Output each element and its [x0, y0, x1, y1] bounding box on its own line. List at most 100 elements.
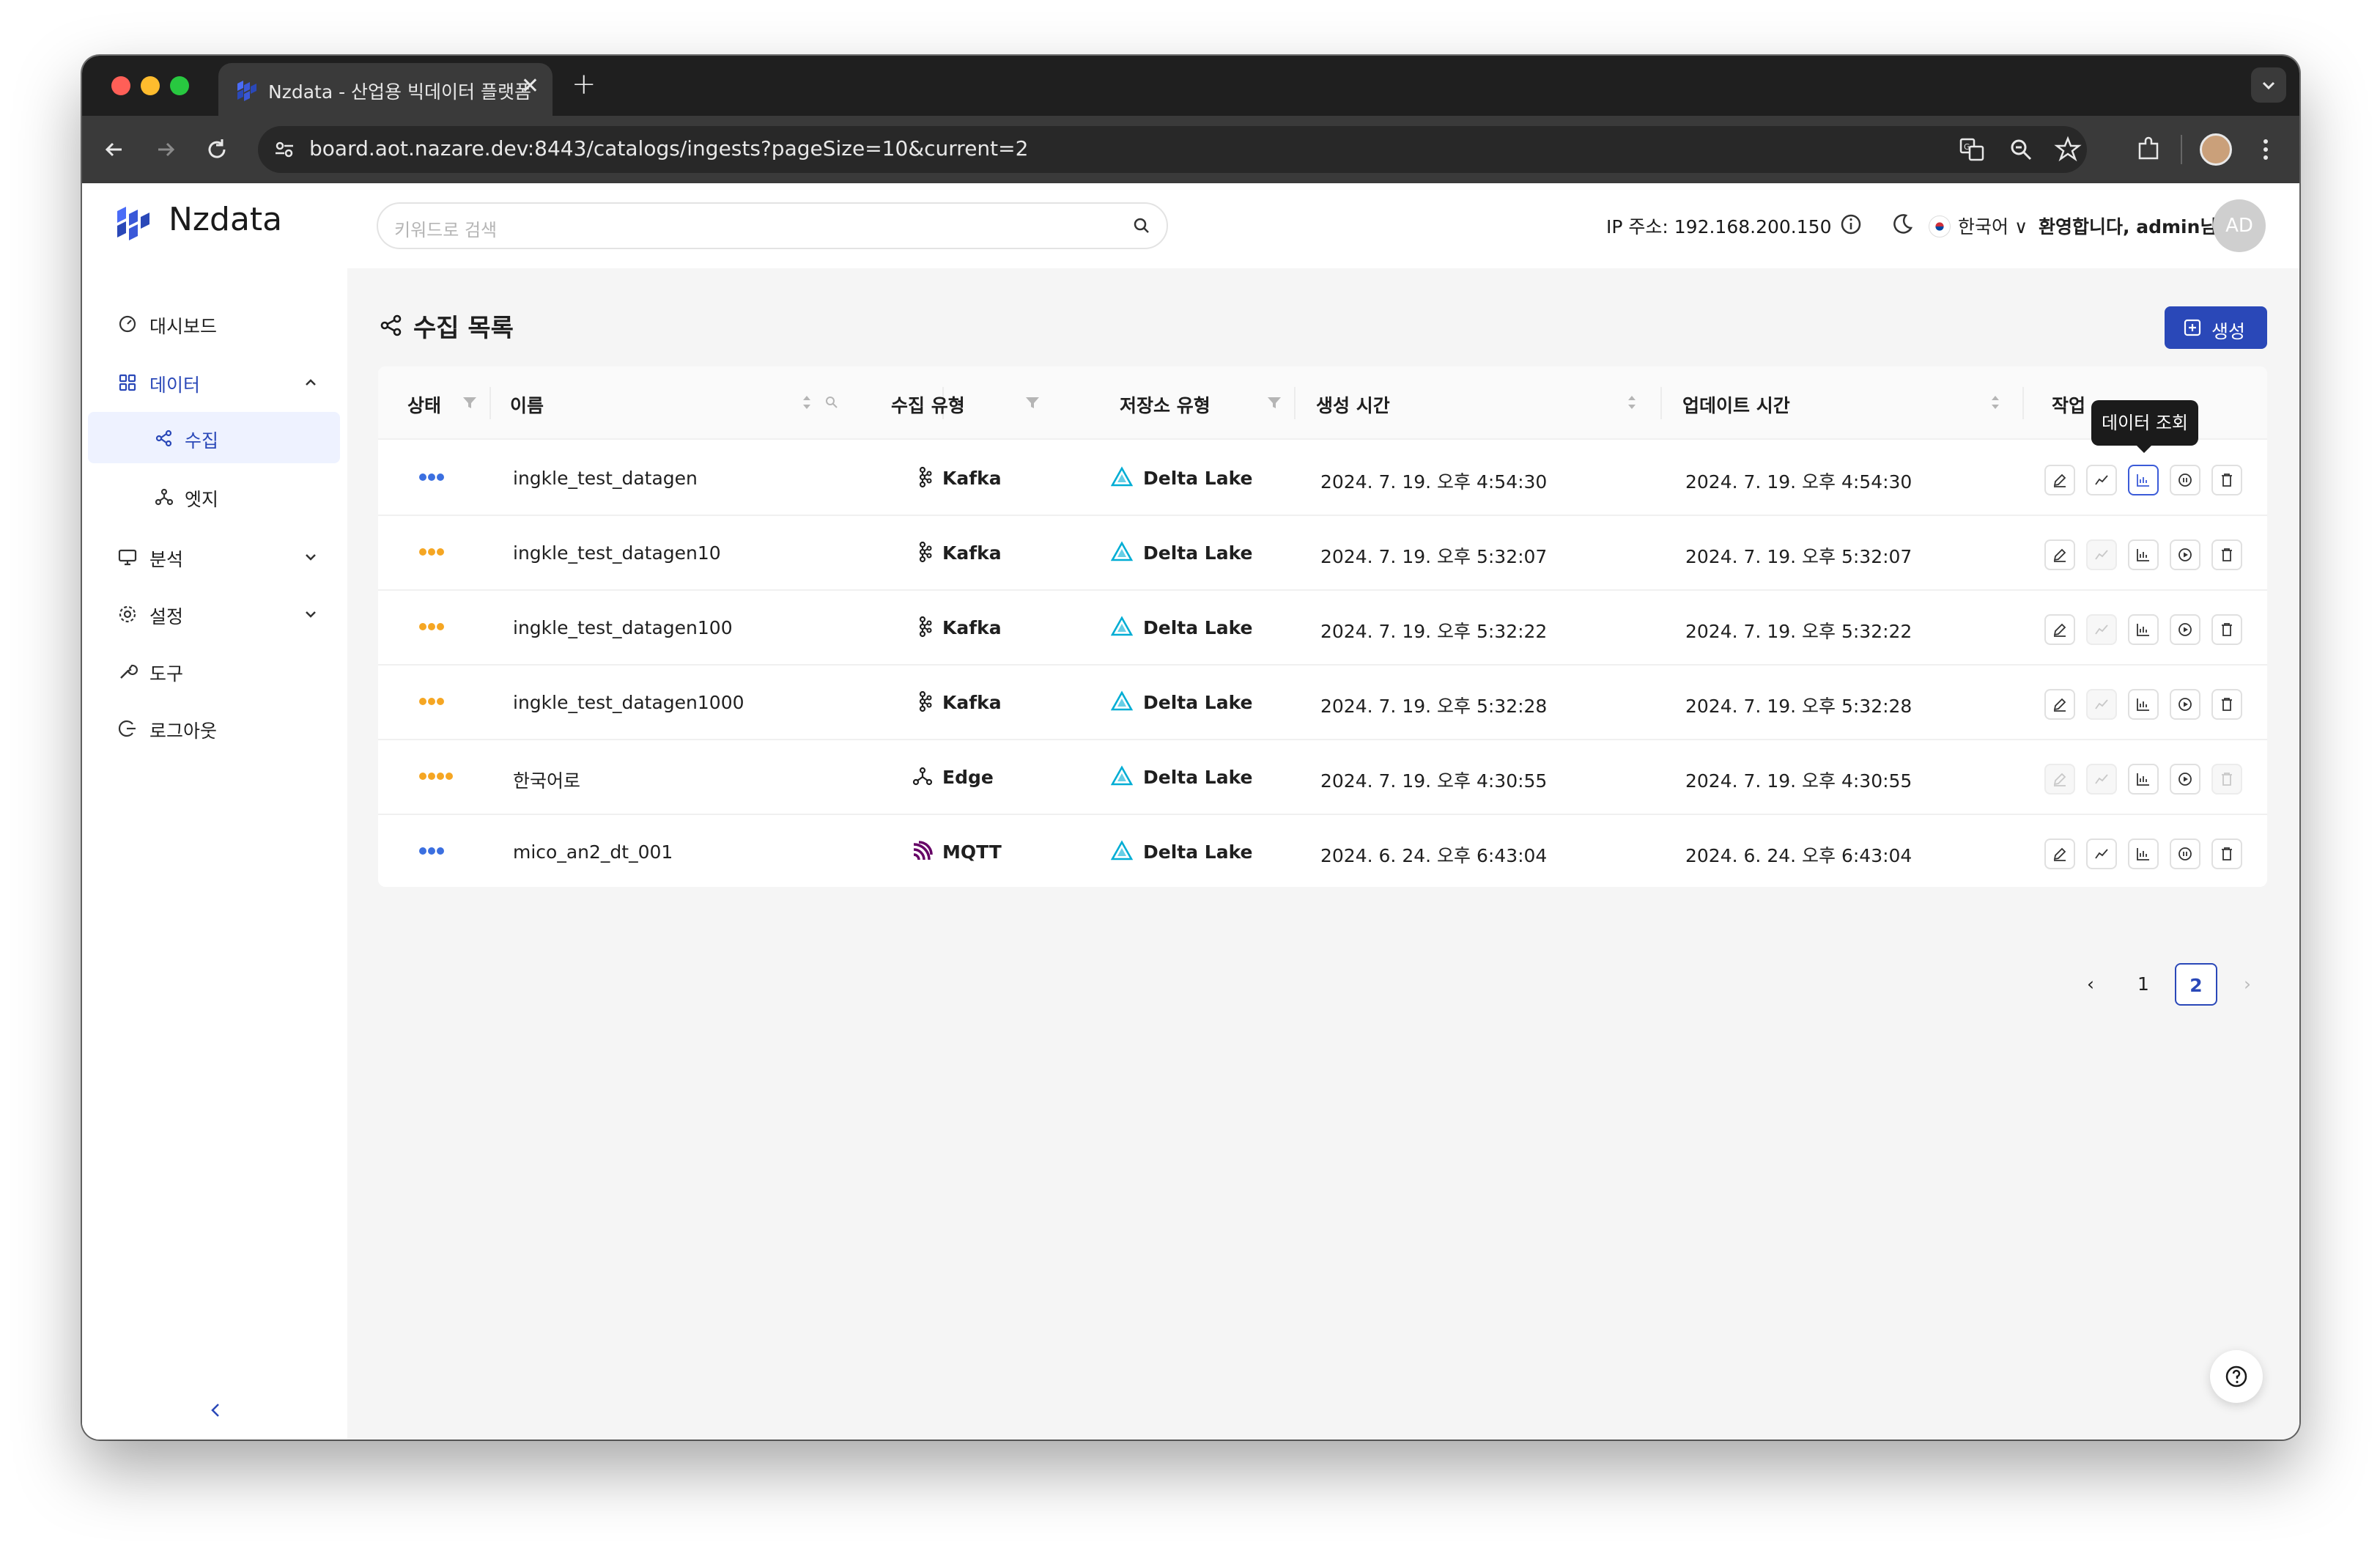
maximize-window-button[interactable]: [170, 76, 189, 95]
sort-icon[interactable]: [1622, 393, 1641, 412]
ingest-name[interactable]: ingkle_test_datagen1000: [513, 692, 744, 713]
metrics-icon: [2095, 774, 2108, 784]
new-tab-button[interactable]: +: [572, 67, 596, 101]
help-button[interactable]: [2210, 1350, 2263, 1403]
delete-button[interactable]: [2211, 764, 2242, 795]
browser-menu-icon[interactable]: [2251, 135, 2280, 164]
create-button[interactable]: 생성: [2165, 306, 2267, 349]
edit-button[interactable]: [2044, 465, 2075, 495]
data-view-button[interactable]: [2128, 614, 2159, 645]
dark-mode-icon[interactable]: [1888, 210, 1917, 239]
filter-icon[interactable]: [1265, 393, 1284, 412]
pause-button[interactable]: [2170, 465, 2200, 495]
search-input[interactable]: 키워드로 검색: [377, 202, 1168, 249]
sort-icon[interactable]: [1986, 393, 2005, 412]
sidebar-item-dashboard[interactable]: 대시보드: [82, 298, 347, 350]
reload-icon[interactable]: [202, 135, 232, 164]
data-view-button[interactable]: [2128, 764, 2159, 795]
sidebar-item-settings[interactable]: 설정: [82, 588, 347, 641]
ingest-name[interactable]: mico_an2_dt_001: [513, 841, 673, 863]
table-row: mico_an2_dt_001 MQTT Delta Lake 2024. 6. 24…: [378, 815, 2267, 887]
metrics-button[interactable]: [2086, 838, 2117, 869]
bookmark-star-icon[interactable]: [2053, 135, 2082, 164]
sidebar-item-tools[interactable]: 도구: [82, 645, 347, 698]
metrics-button[interactable]: [2086, 614, 2117, 645]
profile-avatar[interactable]: [2200, 133, 2232, 166]
sidebar-item-analysis[interactable]: 분석: [82, 531, 347, 583]
data-view-button[interactable]: [2128, 539, 2159, 570]
status-indicator: [419, 698, 446, 708]
site-settings-icon[interactable]: [273, 138, 296, 161]
delete-button[interactable]: [2211, 465, 2242, 495]
tab-close-icon[interactable]: ✕: [521, 73, 539, 99]
pagination-page-2[interactable]: 2: [2175, 963, 2217, 1006]
delete-button[interactable]: [2211, 838, 2242, 869]
metrics-button[interactable]: [2086, 689, 2117, 720]
start-button[interactable]: [2170, 614, 2200, 645]
browser-tab[interactable]: Nzdata - 산업용 빅데이터 플랫폼 ✕: [218, 63, 552, 116]
extensions-icon[interactable]: [2134, 135, 2163, 164]
dashboard-icon: [119, 315, 136, 333]
sidebar-item-edge[interactable]: 엣지: [88, 471, 340, 522]
info-icon[interactable]: [1836, 210, 1866, 239]
ingest-name[interactable]: ingkle_test_datagen10: [513, 542, 721, 564]
back-arrow-icon[interactable]: [100, 135, 129, 164]
logout-icon: [118, 720, 136, 737]
ingest-type: MQTT: [942, 841, 1002, 863]
metrics-button[interactable]: [2086, 539, 2117, 570]
delete-button[interactable]: [2211, 539, 2242, 570]
data-view-button[interactable]: [2128, 689, 2159, 720]
tab-search-button[interactable]: [2251, 67, 2286, 103]
start-button[interactable]: [2170, 764, 2200, 795]
edit-button[interactable]: [2044, 838, 2075, 869]
translate-icon[interactable]: G: [1958, 135, 1987, 164]
storage-type: Delta Lake: [1143, 692, 1253, 713]
sidebar-collapse-icon[interactable]: [204, 1398, 227, 1422]
pagination-prev[interactable]: ‹: [2069, 963, 2112, 1006]
ingest-name[interactable]: ingkle_test_datagen: [513, 468, 698, 489]
ingest-name[interactable]: 한국어로: [513, 767, 580, 793]
metrics-button[interactable]: [2086, 465, 2117, 495]
language-select[interactable]: 한국어 ∨: [1958, 213, 2028, 239]
ingest-type: Kafka: [942, 542, 1002, 564]
forward-arrow-icon[interactable]: [151, 135, 180, 164]
address-bar[interactable]: board.aot.nazare.dev:8443/catalogs/inges…: [258, 126, 2087, 173]
filter-icon[interactable]: [460, 393, 479, 412]
sidebar-item-ingest[interactable]: 수집: [88, 412, 340, 463]
status-dot: [419, 623, 426, 630]
search-icon[interactable]: [1130, 214, 1155, 239]
close-window-button[interactable]: [111, 76, 130, 95]
ingest-name[interactable]: ingkle_test_datagen100: [513, 617, 733, 638]
data-view-icon: [2137, 549, 2149, 561]
pagination-page-1[interactable]: 1: [2122, 963, 2165, 1006]
sidebar-item-logout[interactable]: 로그아웃: [82, 702, 347, 755]
delete-button[interactable]: [2211, 614, 2242, 645]
start-icon: [2178, 623, 2192, 636]
start-button[interactable]: [2170, 689, 2200, 720]
filter-icon[interactable]: [1023, 393, 1042, 412]
status-dot: [419, 698, 426, 705]
pause-button[interactable]: [2170, 838, 2200, 869]
korea-flag-icon: [1929, 215, 1951, 237]
sidebar-item-data[interactable]: 데이터: [82, 356, 347, 409]
edit-button[interactable]: [2044, 614, 2075, 645]
zoom-icon[interactable]: [2006, 135, 2036, 164]
data-view-button[interactable]: [2128, 465, 2159, 495]
minimize-window-button[interactable]: [141, 76, 160, 95]
search-icon[interactable]: [822, 393, 841, 412]
sort-icon[interactable]: [797, 393, 816, 412]
status-dot: [419, 847, 426, 855]
edit-button[interactable]: [2044, 539, 2075, 570]
data-view-button[interactable]: [2128, 838, 2159, 869]
start-button[interactable]: [2170, 539, 2200, 570]
edit-button[interactable]: [2044, 689, 2075, 720]
edit-button[interactable]: [2044, 764, 2075, 795]
delete-button[interactable]: [2211, 689, 2242, 720]
start-icon: [2178, 698, 2192, 711]
created-time: 2024. 7. 19. 오후 5:32:22: [1320, 621, 1548, 642]
metrics-button[interactable]: [2086, 764, 2117, 795]
pagination-next[interactable]: ›: [2226, 963, 2269, 1006]
created-time: 2024. 7. 19. 오후 5:32:07: [1320, 546, 1548, 567]
start-icon: [2178, 548, 2192, 561]
user-avatar[interactable]: AD: [2213, 199, 2266, 252]
